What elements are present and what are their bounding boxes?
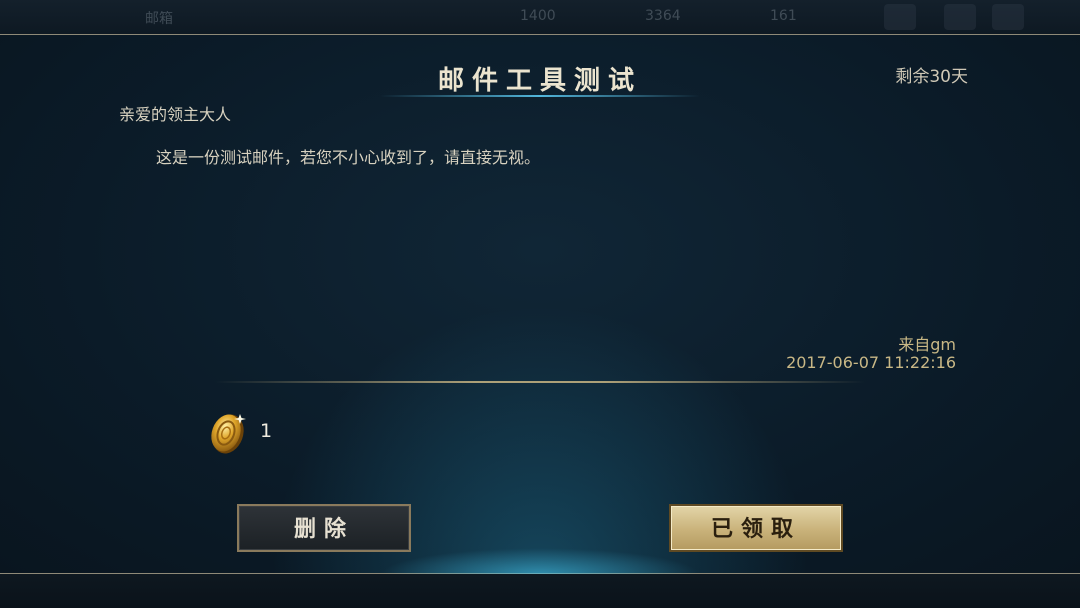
claimed-button[interactable]: 已领取 — [669, 504, 843, 552]
gold-coin-icon — [211, 414, 246, 454]
background-resource-1: 1400 — [520, 8, 556, 24]
bottom-strip — [0, 574, 1080, 608]
background-menu-icon — [884, 4, 916, 30]
mail-sent-time: 2017-06-07 11:22:16 — [786, 353, 956, 372]
reward-count: 1 — [260, 420, 273, 442]
delete-button[interactable]: 删除 — [237, 504, 411, 552]
background-mailbox-label: 邮箱 — [145, 11, 173, 27]
mail-sender: 来自gm — [898, 335, 956, 354]
mail-body: 这是一份测试邮件，若您不小心收到了，请直接无视。 — [156, 148, 541, 167]
title-underline — [380, 95, 700, 97]
background-settings-icon — [944, 4, 976, 30]
remaining-days: 剩余30天 — [895, 67, 968, 87]
background-home-icon — [992, 4, 1024, 30]
background-resource-3: 161 — [770, 8, 797, 24]
mail-greeting: 亲爱的领主大人 — [119, 105, 232, 124]
background-resource-2: 3364 — [645, 8, 681, 24]
attachment-divider — [215, 381, 865, 383]
bottom-glow — [380, 548, 700, 574]
